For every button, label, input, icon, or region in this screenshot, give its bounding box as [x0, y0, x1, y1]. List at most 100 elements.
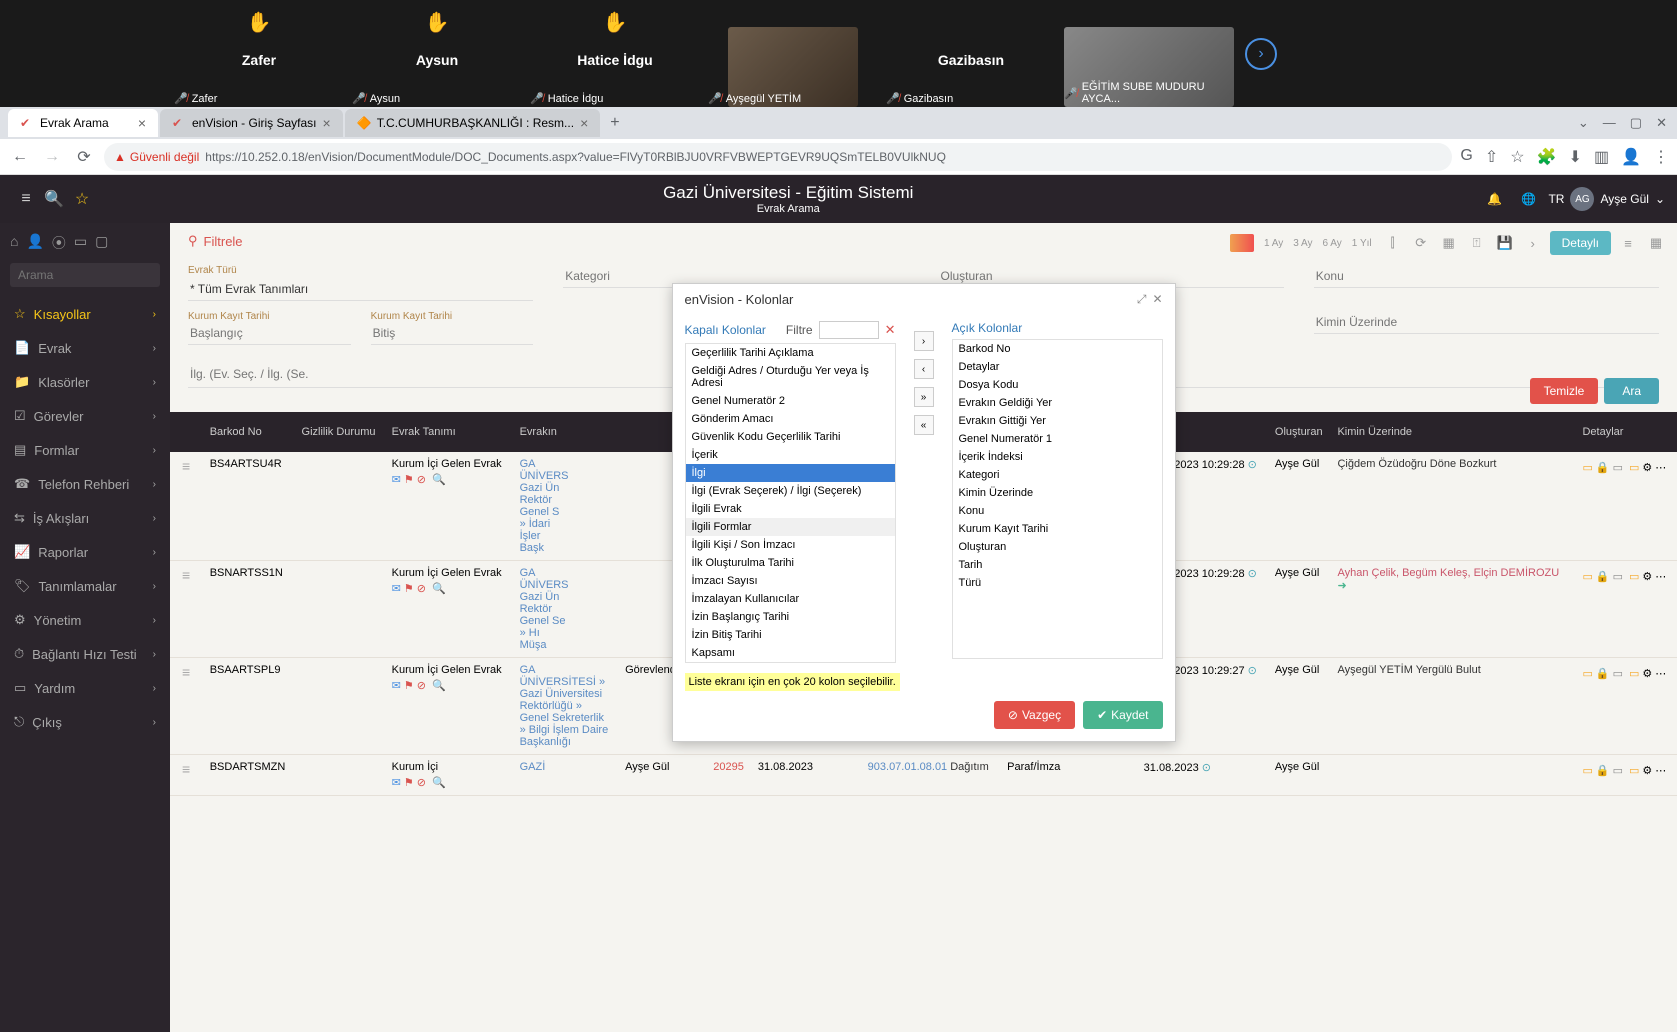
drag-handle-icon[interactable]: ≡ — [176, 567, 196, 583]
move-all-right-button[interactable]: » — [914, 387, 934, 407]
lock-icon[interactable]: 🔒 — [1596, 764, 1610, 777]
tool-icon[interactable]: ⚙ — [1642, 764, 1652, 777]
download-icon[interactable]: ⬇ — [1569, 147, 1582, 167]
evrak-turu-input[interactable] — [188, 278, 533, 301]
translate-icon[interactable]: G — [1460, 147, 1472, 167]
search-icon[interactable]: 🔍 — [40, 185, 68, 213]
detayli-button[interactable]: Detaylı — [1550, 231, 1611, 255]
close-modal-icon[interactable]: ✕ — [1152, 292, 1162, 307]
kapali-item[interactable]: Güvenlik Kodu Geçerlilik Tarihi — [686, 428, 895, 446]
star-icon[interactable]: ☆ — [68, 185, 96, 213]
acik-item[interactable]: Barkod No — [953, 340, 1162, 358]
expand-modal-icon[interactable]: ⤢ — [1137, 292, 1147, 307]
maximize-icon[interactable]: ▢ — [1630, 115, 1642, 131]
more-icon[interactable]: ⋯ — [1655, 667, 1666, 680]
acik-item[interactable]: Türü — [953, 574, 1162, 592]
globe-icon[interactable]: 🌐 — [1514, 185, 1542, 213]
share-icon[interactable]: ⇧ — [1485, 147, 1498, 167]
close-icon[interactable]: × — [580, 115, 588, 131]
evrakin-cell[interactable]: GA ÜNİVERSİTESİ » Gazi Üniversitesi Rekt… — [514, 658, 619, 755]
sidebar-item-görevler[interactable]: ☑Görevler› — [0, 399, 170, 433]
grid-icon[interactable]: ▦ — [1645, 232, 1667, 254]
forward-button[interactable]: → — [40, 145, 64, 169]
table-header[interactable] — [170, 412, 204, 452]
kapali-item[interactable]: İmzalayan Kullanıcılar — [686, 590, 895, 608]
search-row-icon[interactable]: 🔍 — [432, 776, 446, 789]
tool-icon[interactable]: ⚙ — [1642, 667, 1652, 680]
sidebar-item-bağlantı-hızı-testi[interactable]: ⏱Bağlantı Hızı Testi› — [0, 637, 170, 671]
acik-item[interactable]: İçerik İndeksi — [953, 448, 1162, 466]
next-participants-button[interactable]: › — [1245, 38, 1277, 70]
participant-aysegul[interactable]: 🎤̸Ayşegül YETİM — [704, 0, 882, 107]
participant-gazibasin[interactable]: Gazibasın 🎤̸Gazibasın — [882, 0, 1060, 107]
menu-icon[interactable]: ⋮ — [1653, 147, 1669, 167]
warn-icon[interactable]: ⊘ — [417, 473, 426, 486]
participant-aysun[interactable]: ✋ Aysun 🎤̸Aysun — [348, 0, 526, 107]
ara-button[interactable]: Ara — [1604, 378, 1659, 404]
flag-icon[interactable]: ⚑ — [404, 679, 414, 692]
user-icon[interactable]: 👤 — [26, 233, 43, 253]
search-row-icon[interactable]: 🔍 — [432, 679, 446, 692]
more-icon[interactable]: ⋯ — [1655, 764, 1666, 777]
url-input[interactable]: ▲ Güvenli değil https://10.252.0.18/enVi… — [104, 143, 1452, 171]
video-icon[interactable]: ▢ — [95, 233, 108, 253]
evrakin-cell[interactable]: GA ÜNİVERS Gazi Ün Rektör Genel S » İdar… — [514, 452, 619, 561]
sidebar-item-yönetim[interactable]: ⚙Yönetim› — [0, 603, 170, 637]
close-icon[interactable]: × — [138, 115, 146, 131]
note-icon[interactable]: ▭ — [1582, 667, 1592, 680]
tool-icon[interactable]: ⚙ — [1642, 570, 1652, 583]
warn-icon[interactable]: ⊘ — [417, 679, 426, 692]
sidebar-item-klasörler[interactable]: 📁Klasörler› — [0, 365, 170, 399]
book-icon[interactable]: ▭ — [1613, 570, 1623, 583]
clear-filter-icon[interactable]: ✕ — [885, 322, 896, 338]
flag-icon[interactable]: ⚑ — [404, 473, 414, 486]
kapali-item[interactable]: Geldiği Adres / Oturduğu Yer veya İş Adr… — [686, 362, 895, 392]
acik-item[interactable]: Konu — [953, 502, 1162, 520]
acik-item[interactable]: Genel Numeratör 1 — [953, 430, 1162, 448]
kapali-item[interactable]: İlgili Kişi / Son İmzacı — [686, 536, 895, 554]
warn-icon[interactable]: ⊘ — [417, 776, 426, 789]
minimize-icon[interactable]: — — [1603, 115, 1616, 131]
tag-icon[interactable]: ▭ — [1629, 461, 1639, 474]
drag-handle-icon[interactable]: ≡ — [176, 458, 196, 474]
book-icon[interactable]: ▭ — [1613, 667, 1623, 680]
note-icon[interactable]: ▭ — [1582, 570, 1592, 583]
reload-button[interactable]: ⟳ — [72, 145, 96, 169]
kapali-item[interactable]: Genel Numeratör 2 — [686, 392, 895, 410]
table-row[interactable]: ≡ BSDARTSMZN Kurum İçi✉ ⚑ ⊘🔍 GAZİ Ayşe G… — [170, 755, 1677, 796]
acik-item[interactable]: Dosya Kodu — [953, 376, 1162, 394]
kapali-list[interactable]: Geçerlilik Tarihi AçıklamaGeldiği Adres … — [685, 343, 896, 663]
mail-icon[interactable]: ✉ — [392, 776, 401, 789]
acik-item[interactable]: Kimin Üzerinde — [953, 484, 1162, 502]
close-icon[interactable]: × — [323, 115, 331, 131]
chevron-down-icon[interactable]: ⌄ — [1655, 192, 1665, 206]
tag-icon[interactable]: ▭ — [1629, 764, 1639, 777]
tab-envision-giris[interactable]: ✔ enVision - Giriş Sayfası × — [160, 109, 343, 137]
book-icon[interactable]: ▭ — [1613, 764, 1623, 777]
sidebar-search-input[interactable] — [10, 263, 160, 287]
acik-list[interactable]: Barkod NoDetaylarDosya KoduEvrakın Geldi… — [952, 339, 1163, 659]
sidebar-item-telefon-rehberi[interactable]: ☎Telefon Rehberi› — [0, 467, 170, 501]
kapali-item[interactable]: İlgili Evrak — [686, 500, 895, 518]
kapali-item[interactable]: İzin Bitiş Tarihi — [686, 626, 895, 644]
kod-cell[interactable]: 903.07.01.08.01 Dağıtım — [862, 755, 1002, 796]
profile-icon[interactable]: 👤 — [1621, 147, 1641, 167]
table-header[interactable]: Detaylar — [1576, 412, 1677, 452]
sidebar-item-çıkış[interactable]: ⎋Çıkış› — [0, 705, 170, 739]
range-3ay[interactable]: 3 Ay — [1289, 236, 1316, 251]
table-header[interactable]: Evrak Tanımı — [386, 412, 514, 452]
language-label[interactable]: TR — [1548, 192, 1564, 206]
mail-icon[interactable]: ✉ — [392, 473, 401, 486]
flag-icon[interactable]: ⚑ — [404, 776, 414, 789]
bitis-input[interactable] — [371, 322, 534, 345]
kapali-item[interactable]: İzin Başlangıç Tarihi — [686, 608, 895, 626]
bookmark-icon[interactable]: ☆ — [1510, 147, 1524, 167]
chart-icon[interactable]: ⫿ — [1382, 232, 1404, 254]
kapali-item[interactable]: Kaynağı — [686, 662, 895, 663]
warn-icon[interactable]: ⊘ — [417, 582, 426, 595]
mail-icon[interactable]: ✉ — [392, 582, 401, 595]
sidebar-item-evrak[interactable]: 📄Evrak› — [0, 331, 170, 365]
move-right-button[interactable]: › — [914, 331, 934, 351]
range-1yil[interactable]: 1 Yıl — [1348, 236, 1376, 251]
sidebar-item-i̇ş-akışları[interactable]: ⇆İş Akışları› — [0, 501, 170, 535]
